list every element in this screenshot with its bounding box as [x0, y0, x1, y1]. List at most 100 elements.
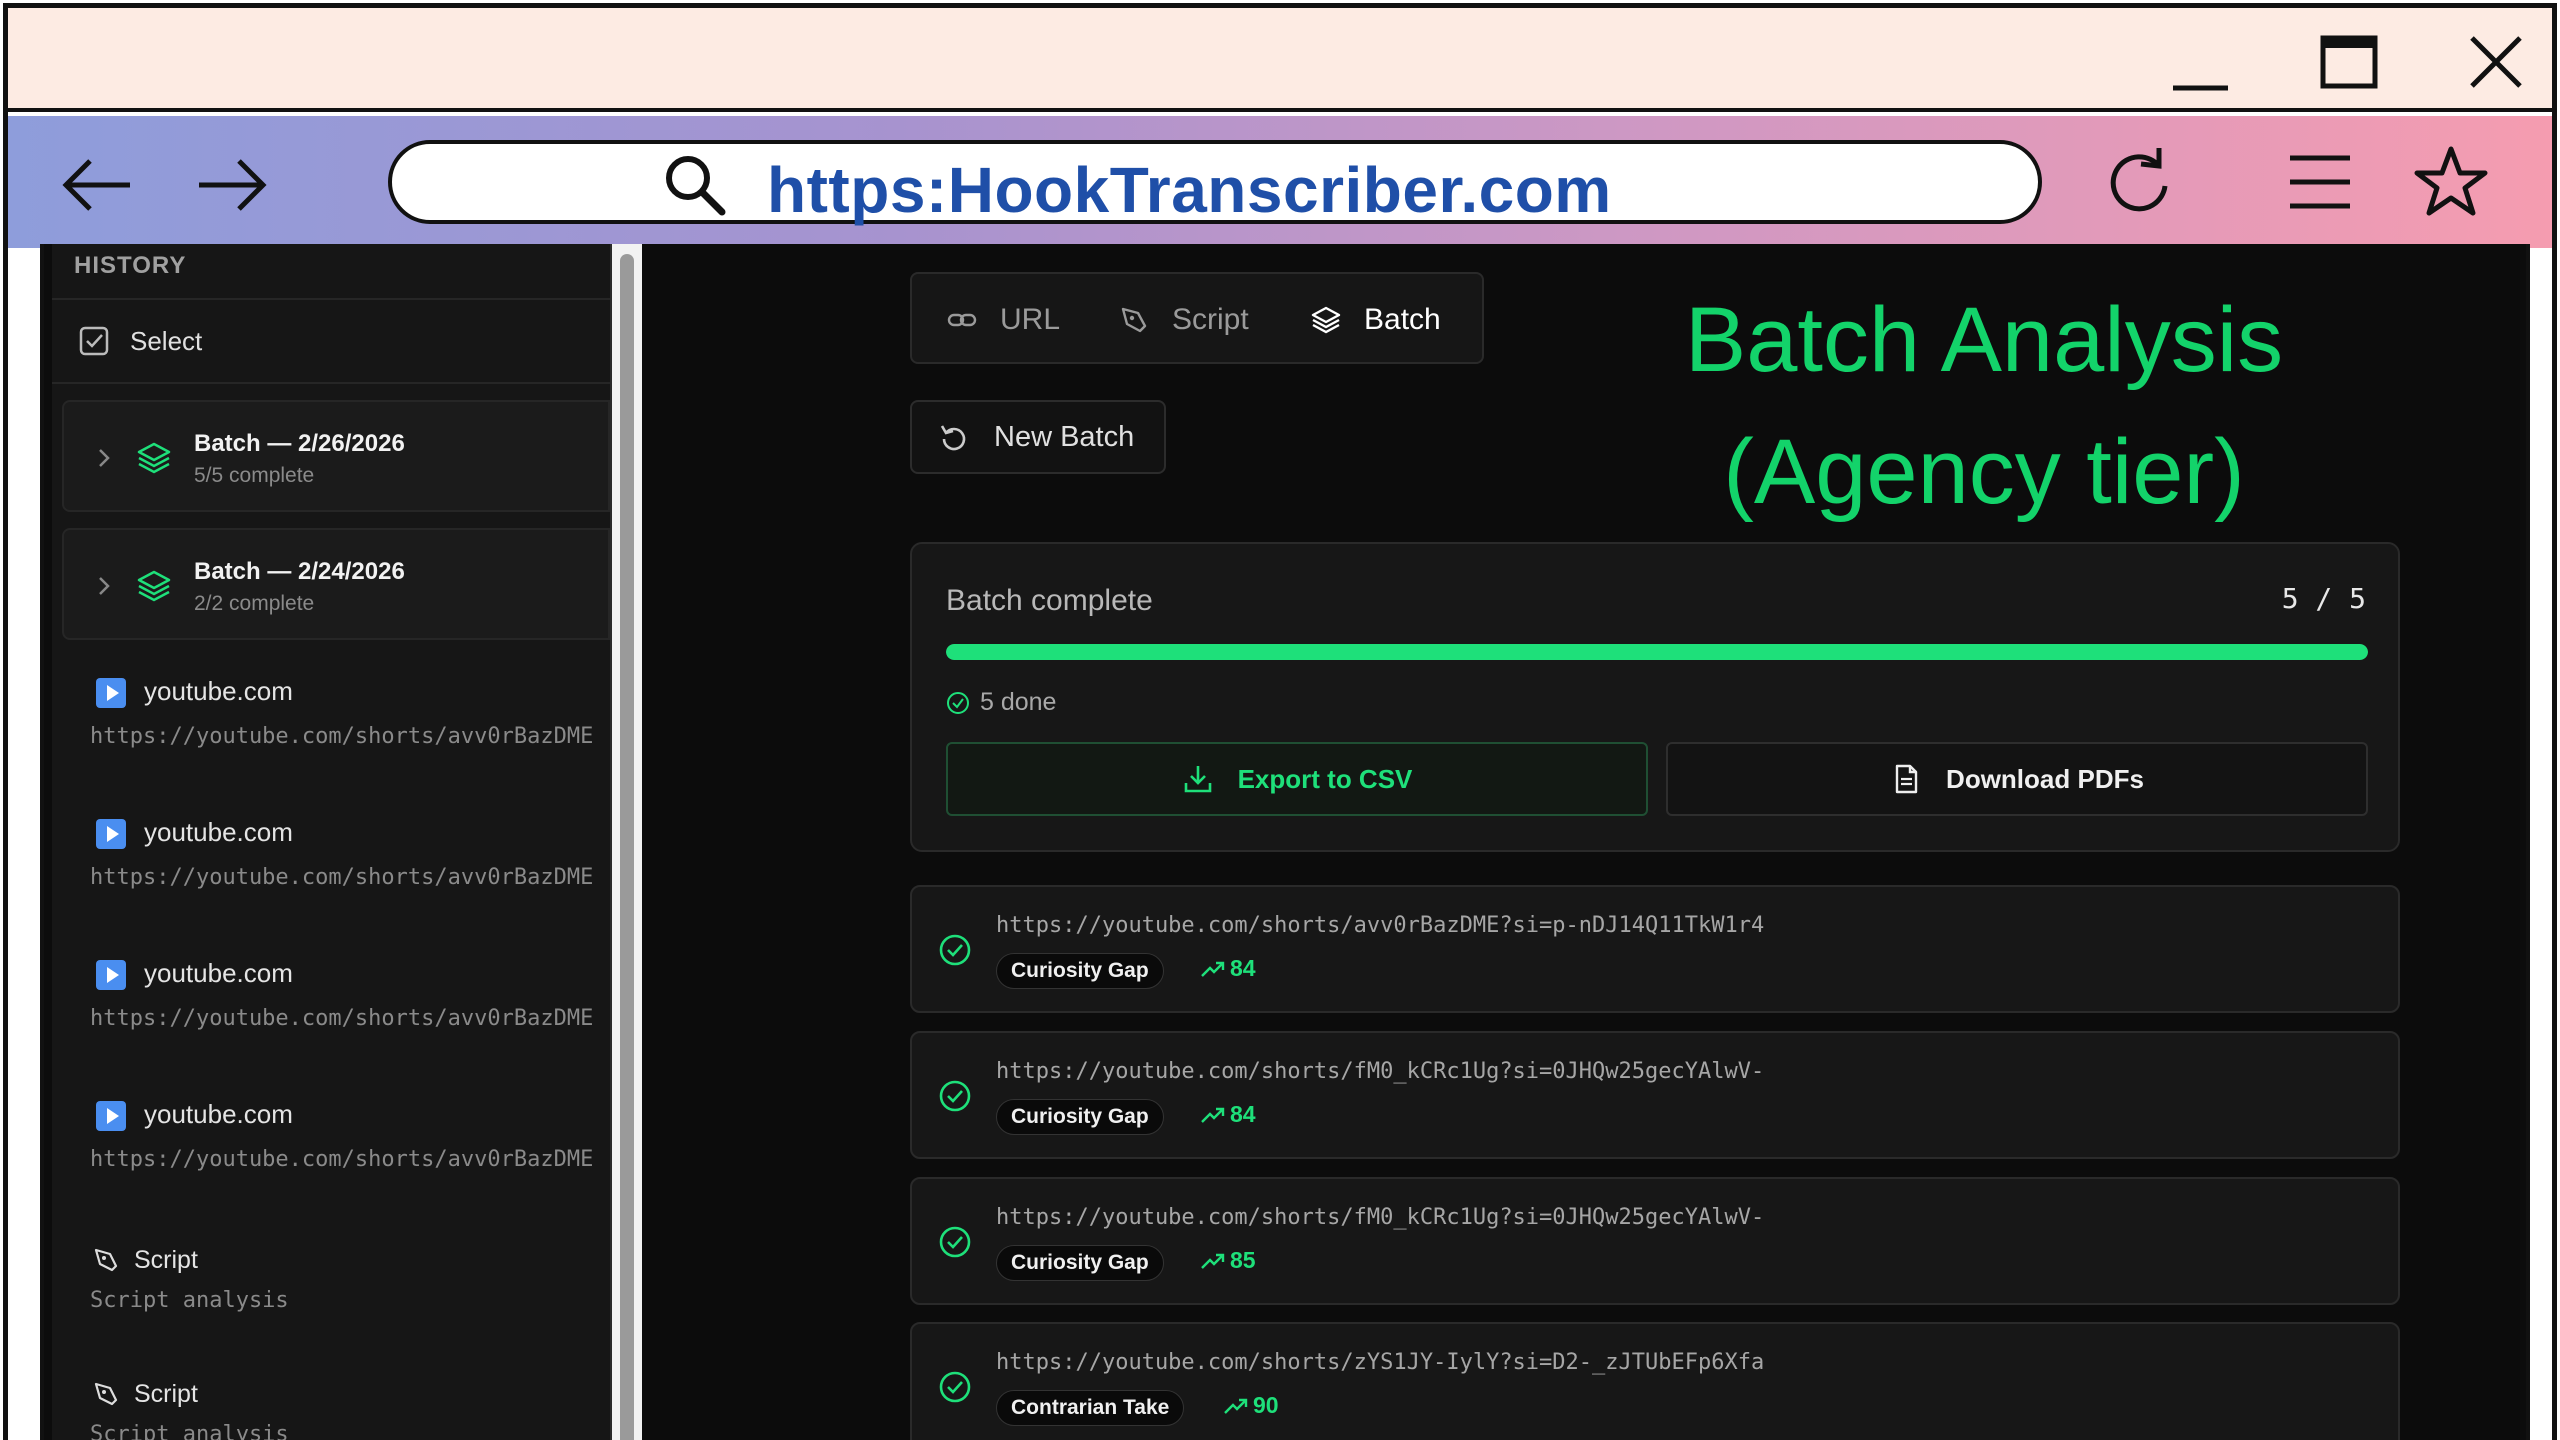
chevron-right-icon[interactable]	[92, 446, 116, 470]
hook-score-value: 84	[1230, 1101, 1256, 1127]
result-row[interactable]: https://youtube.com/shorts/fM0_kCRc1Ug?s…	[910, 1177, 2400, 1305]
hook-score: 85	[1200, 1247, 1256, 1274]
reload-icon[interactable]	[2101, 144, 2177, 220]
address-url[interactable]: https:HookTranscriber.com	[767, 153, 1612, 227]
script-title: Script	[134, 1246, 198, 1274]
pen-tool-icon	[94, 1248, 118, 1272]
select-label: Select	[130, 325, 203, 356]
script-subtitle: Script analysis	[90, 1422, 289, 1440]
history-item[interactable]: youtube.com https://youtube.com/shorts/a…	[52, 789, 610, 930]
history-script-item[interactable]: Script Script analysis	[52, 1346, 610, 1440]
youtube-icon	[96, 678, 126, 708]
promo-line-1: Batch Analysis	[1684, 289, 2284, 391]
hook-type-badge: Curiosity Gap	[996, 1099, 1164, 1135]
history-item[interactable]: youtube.com https://youtube.com/shorts/a…	[52, 1071, 610, 1212]
tab-url[interactable]: URL	[946, 274, 1060, 366]
result-url: https://youtube.com/shorts/avv0rBazDME?s…	[996, 913, 1765, 938]
app-viewport: HISTORY Select Batch — 2/26/2026 5/5 com…	[40, 244, 2530, 1440]
hook-score: 84	[1200, 955, 1256, 982]
promo-line-2: (Agency tier)	[1723, 421, 2245, 523]
check-circle-icon	[939, 1371, 971, 1403]
tab-batch-label: Batch	[1364, 303, 1441, 336]
result-row[interactable]: https://youtube.com/shorts/zYS1JY-IylY?s…	[910, 1322, 2400, 1440]
new-batch-button[interactable]: New Batch	[910, 400, 1166, 474]
hook-score-value: 84	[1230, 955, 1256, 981]
history-site: youtube.com	[144, 958, 293, 988]
select-button[interactable]: Select	[52, 300, 610, 384]
check-circle-icon	[939, 934, 971, 966]
browser-window: https:HookTranscriber.com HISTORY Select…	[3, 3, 2557, 1440]
pen-tool-icon	[1121, 307, 1147, 333]
history-batch-item[interactable]: Batch — 2/24/2026 2/2 complete	[62, 528, 610, 640]
history-url: https://youtube.com/shorts/avv0rBazDME	[90, 1147, 594, 1172]
hook-score-value: 90	[1253, 1392, 1279, 1418]
youtube-icon	[96, 960, 126, 990]
layers-icon	[137, 442, 171, 474]
check-circle-icon	[947, 691, 969, 714]
download-icon	[1184, 766, 1211, 793]
export-csv-button[interactable]: Export to CSV	[946, 742, 1648, 816]
back-arrow-icon[interactable]	[58, 150, 138, 220]
trending-up-icon	[1201, 961, 1225, 977]
layers-icon	[1311, 306, 1341, 334]
history-site: youtube.com	[144, 1099, 293, 1129]
script-subtitle: Script analysis	[90, 1288, 289, 1313]
close-icon[interactable]	[2452, 30, 2542, 100]
trending-up-icon	[1201, 1253, 1225, 1269]
result-url: https://youtube.com/shorts/fM0_kCRc1Ug?s…	[996, 1205, 1765, 1230]
link-icon	[947, 313, 977, 327]
hook-type-badge: Contrarian Take	[996, 1390, 1185, 1426]
browser-toolbar: https:HookTranscriber.com	[8, 116, 2552, 248]
hook-score: 84	[1200, 1101, 1256, 1128]
trending-up-icon	[1201, 1107, 1225, 1123]
tab-script[interactable]: Script	[1118, 274, 1249, 366]
batch-title: Batch — 2/26/2026	[194, 430, 405, 457]
new-batch-label: New Batch	[994, 420, 1135, 453]
tab-url-label: URL	[1000, 303, 1061, 336]
download-pdfs-button[interactable]: Download PDFs	[1666, 742, 2368, 816]
progress-title: Batch complete	[946, 584, 1153, 617]
menu-icon[interactable]	[2282, 144, 2358, 220]
hook-score-value: 85	[1230, 1247, 1256, 1273]
export-csv-label: Export to CSV	[1237, 763, 1413, 794]
title-bar	[8, 8, 2552, 112]
maximize-icon[interactable]	[2305, 30, 2395, 100]
minimize-icon[interactable]	[2158, 30, 2248, 100]
youtube-icon	[96, 819, 126, 849]
mode-tabs: URL Script Batch	[910, 272, 1484, 364]
scrollbar-thumb[interactable]	[620, 254, 634, 1440]
hook-type-badge: Curiosity Gap	[996, 1245, 1164, 1281]
check-circle-icon	[939, 1226, 971, 1258]
progress-count: 5 / 5	[2281, 582, 2366, 615]
sidebar-scrollbar[interactable]	[612, 244, 642, 1440]
result-row[interactable]: https://youtube.com/shorts/avv0rBazDME?s…	[910, 885, 2400, 1013]
address-bar[interactable]: https:HookTranscriber.com	[388, 140, 2042, 227]
rotate-ccw-icon	[940, 425, 966, 451]
search-icon	[666, 156, 726, 216]
history-url: https://youtube.com/shorts/avv0rBazDME	[90, 724, 594, 749]
history-sidebar: HISTORY Select Batch — 2/26/2026 5/5 com…	[52, 244, 612, 1440]
history-heading: HISTORY	[52, 244, 610, 300]
bookmark-star-icon[interactable]	[2413, 144, 2489, 220]
forward-arrow-icon[interactable]	[191, 150, 271, 220]
download-pdfs-label: Download PDFs	[1946, 763, 2144, 794]
history-url: https://youtube.com/shorts/avv0rBazDME	[90, 1006, 594, 1031]
history-batch-item[interactable]: Batch — 2/26/2026 5/5 complete	[62, 400, 610, 512]
result-url: https://youtube.com/shorts/zYS1JY-IylY?s…	[996, 1350, 1765, 1375]
history-item[interactable]: youtube.com https://youtube.com/shorts/a…	[52, 930, 610, 1071]
history-site: youtube.com	[144, 817, 293, 847]
layers-icon	[137, 570, 171, 602]
chevron-right-icon[interactable]	[92, 574, 116, 598]
tab-script-label: Script	[1172, 303, 1249, 336]
progress-fill	[946, 644, 2368, 660]
history-item[interactable]: youtube.com https://youtube.com/shorts/a…	[52, 648, 610, 789]
tab-batch[interactable]: Batch	[1310, 274, 1441, 366]
done-label: 5 done	[980, 688, 1057, 716]
done-status: 5 done	[946, 688, 1056, 717]
youtube-icon	[96, 1101, 126, 1131]
history-script-item[interactable]: Script Script analysis	[52, 1212, 610, 1346]
result-row[interactable]: https://youtube.com/shorts/fM0_kCRc1Ug?s…	[910, 1031, 2400, 1159]
trending-up-icon	[1224, 1398, 1248, 1414]
pen-tool-icon	[94, 1382, 118, 1406]
script-title: Script	[134, 1380, 198, 1408]
